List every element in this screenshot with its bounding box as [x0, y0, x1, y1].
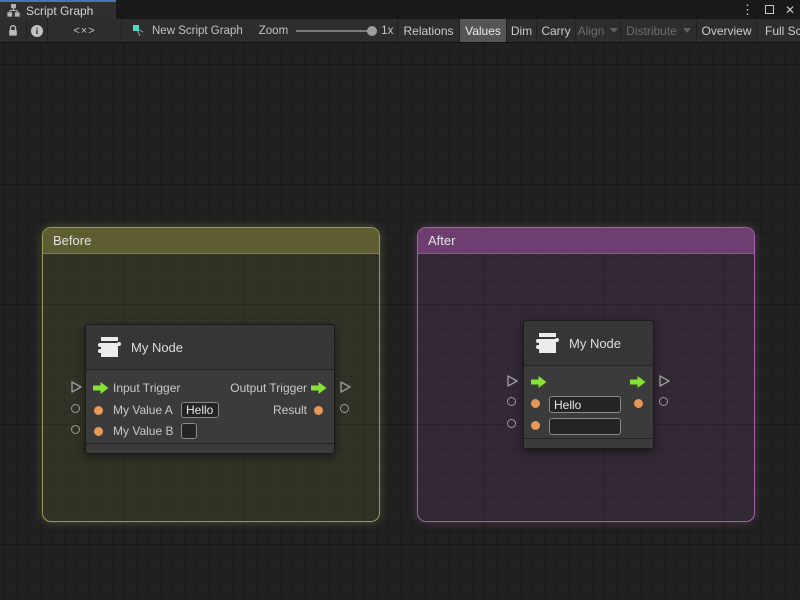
after-value-a-outer-port[interactable]: [507, 397, 516, 406]
node-after-header[interactable]: My Node: [524, 321, 653, 366]
tab-script-graph[interactable]: Script Graph: [0, 0, 116, 19]
graph-canvas[interactable]: Before After My Node: [0, 43, 800, 600]
group-before-label: Before: [53, 233, 91, 248]
before-result-outer-port[interactable]: [340, 404, 349, 413]
group-after-header[interactable]: After: [418, 228, 754, 254]
result-port-icon[interactable]: [634, 399, 643, 408]
after-output-trigger-outer-port[interactable]: [658, 374, 671, 388]
node-after-title: My Node: [569, 336, 621, 351]
code-view-button[interactable]: <×>: [48, 19, 122, 42]
chevron-down-icon: [683, 28, 691, 33]
before-value-a-outer-port[interactable]: [71, 404, 80, 413]
graph-toolbar: i <×> New Script Graph Zoom 1x Relations…: [0, 19, 800, 43]
node-before-title: My Node: [131, 340, 183, 355]
chevron-down-icon: [610, 28, 618, 33]
result-label: Result: [273, 402, 307, 418]
carry-button[interactable]: Carry: [537, 19, 576, 42]
zoom-slider-knob[interactable]: [367, 26, 377, 36]
distribute-dropdown[interactable]: Distribute: [621, 19, 697, 42]
group-after-label: After: [428, 233, 455, 248]
group-before-header[interactable]: Before: [43, 228, 379, 254]
value-b-port-icon[interactable]: [531, 421, 540, 430]
toolbar-middle: New Script Graph Zoom 1x: [122, 19, 398, 42]
align-label: Align: [578, 24, 605, 38]
lock-icon: [7, 24, 19, 37]
value-a-label: My Value A: [113, 402, 173, 418]
tab-title: Script Graph: [26, 4, 93, 18]
dim-button[interactable]: Dim: [507, 19, 537, 42]
node-after-footer: [524, 438, 653, 448]
align-dropdown[interactable]: Align: [576, 19, 621, 42]
output-trigger-label: Output Trigger: [230, 380, 307, 396]
value-b-input[interactable]: [549, 418, 621, 435]
input-trigger-port-icon[interactable]: [531, 376, 547, 388]
node-my-node-before[interactable]: My Node Input Trigger Output Trigger My …: [85, 324, 335, 454]
graph-name-label: New Script Graph: [152, 25, 243, 37]
info-icon: i: [31, 25, 43, 37]
tab-strip: Script Graph ⋮ ✕: [0, 0, 800, 19]
unity-script-graph-window: Script Graph ⋮ ✕ i <×> New Scr: [0, 0, 800, 600]
before-input-trigger-outer-port[interactable]: [70, 380, 83, 394]
value-a-input[interactable]: [549, 396, 621, 413]
values-button[interactable]: Values: [460, 19, 507, 42]
graph-asset-icon: [132, 24, 146, 38]
more-menu-icon[interactable]: ⋮: [741, 3, 754, 16]
value-b-label: My Value B: [113, 423, 173, 439]
maximize-icon[interactable]: [765, 5, 774, 14]
relations-button[interactable]: Relations: [398, 19, 460, 42]
value-a-input[interactable]: [181, 402, 219, 418]
node-icon: [533, 330, 561, 358]
window-controls: ⋮ ✕: [741, 0, 795, 19]
after-value-b-outer-port[interactable]: [507, 419, 516, 428]
script-graph-tab-icon: [7, 4, 20, 17]
code-icon: <×>: [73, 25, 95, 37]
before-value-b-outer-port[interactable]: [71, 425, 80, 434]
fullscreen-button[interactable]: Full Screen: [757, 19, 800, 42]
distribute-label: Distribute: [626, 24, 677, 38]
lock-button[interactable]: [0, 19, 27, 42]
close-icon[interactable]: ✕: [785, 4, 795, 16]
node-icon: [95, 334, 123, 362]
input-trigger-label: Input Trigger: [113, 380, 180, 396]
zoom-value: 1x: [381, 25, 393, 37]
before-output-trigger-outer-port[interactable]: [339, 380, 352, 394]
output-trigger-port-icon[interactable]: [311, 382, 327, 394]
value-b-input[interactable]: [181, 423, 197, 439]
zoom-label: Zoom: [259, 25, 288, 37]
input-trigger-port-icon[interactable]: [93, 382, 109, 394]
value-a-port-icon[interactable]: [531, 399, 540, 408]
node-before-header[interactable]: My Node: [86, 325, 334, 370]
after-result-outer-port[interactable]: [659, 397, 668, 406]
zoom-slider[interactable]: [296, 30, 374, 32]
node-before-footer: [86, 443, 334, 453]
value-b-port-icon[interactable]: [94, 427, 103, 436]
node-my-node-after[interactable]: My Node: [523, 320, 654, 449]
result-port-icon[interactable]: [314, 406, 323, 415]
output-trigger-port-icon[interactable]: [630, 376, 646, 388]
after-input-trigger-outer-port[interactable]: [506, 374, 519, 388]
value-a-port-icon[interactable]: [94, 406, 103, 415]
info-button[interactable]: i: [27, 19, 48, 42]
overview-button[interactable]: Overview: [697, 19, 757, 42]
